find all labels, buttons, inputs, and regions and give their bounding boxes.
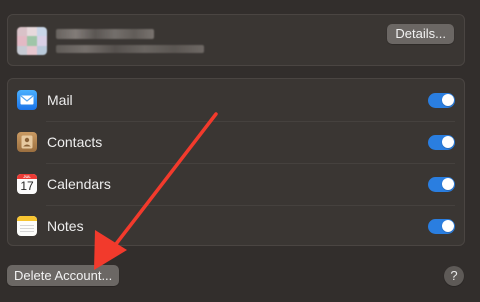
app-label-notes: Notes bbox=[47, 218, 84, 234]
app-row-mail: Mail bbox=[8, 79, 464, 121]
app-label-contacts: Contacts bbox=[47, 134, 103, 150]
account-email-redacted bbox=[56, 45, 204, 53]
calendar-icon: JUL 17 bbox=[17, 174, 37, 194]
calendars-toggle[interactable] bbox=[428, 176, 455, 192]
account-avatar bbox=[17, 27, 47, 55]
details-button[interactable]: Details... bbox=[387, 24, 454, 44]
help-button[interactable]: ? bbox=[444, 266, 464, 286]
calendar-day: 17 bbox=[20, 179, 34, 193]
delete-account-button[interactable]: Delete Account... bbox=[7, 265, 120, 286]
notes-toggle[interactable] bbox=[428, 218, 455, 234]
mail-toggle[interactable] bbox=[428, 92, 455, 108]
mail-icon bbox=[17, 90, 37, 110]
contacts-toggle[interactable] bbox=[428, 134, 455, 150]
notes-icon bbox=[17, 216, 37, 236]
contacts-icon bbox=[17, 132, 37, 152]
app-row-calendars: JUL 17 Calendars bbox=[8, 163, 464, 205]
app-label-mail: Mail bbox=[47, 92, 73, 108]
account-header: Details... bbox=[7, 14, 465, 66]
app-row-notes: Notes bbox=[8, 205, 464, 247]
account-name-redacted bbox=[56, 29, 154, 39]
app-row-contacts: Contacts bbox=[8, 121, 464, 163]
apps-list: Mail Contacts JUL 17 Calendars Notes bbox=[7, 78, 465, 246]
app-label-calendars: Calendars bbox=[47, 176, 111, 192]
